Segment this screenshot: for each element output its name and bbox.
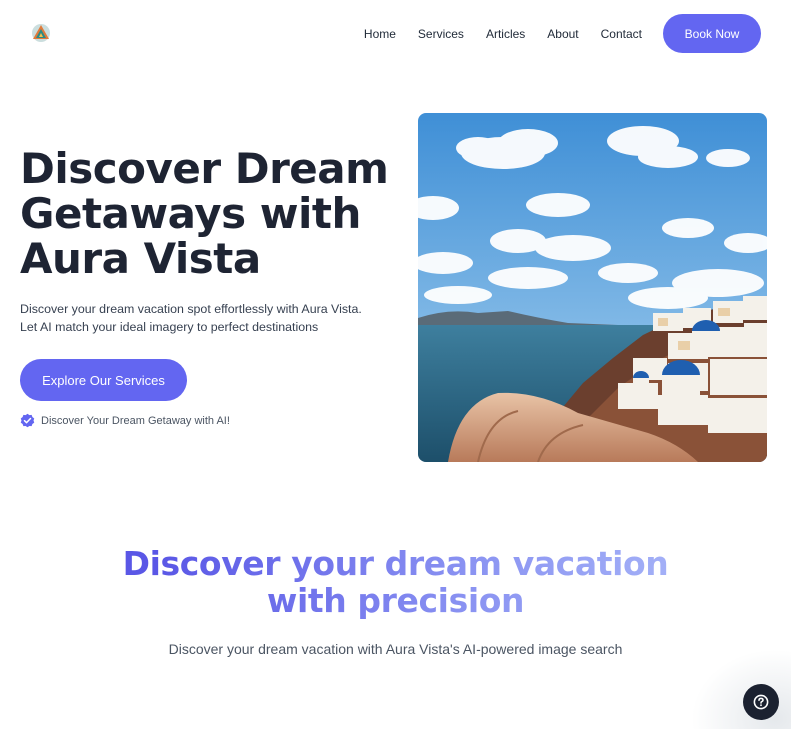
question-mark-icon bbox=[753, 694, 769, 710]
book-now-button[interactable]: Book Now bbox=[663, 14, 761, 53]
features-subtitle: Discover your dream vacation with Aura V… bbox=[168, 641, 623, 657]
main-nav: Home Services Articles About Contact Boo… bbox=[364, 14, 761, 53]
ai-badge: Discover Your Dream Getaway with AI! bbox=[20, 413, 230, 428]
nav-home[interactable]: Home bbox=[364, 27, 396, 41]
nav-services[interactable]: Services bbox=[418, 27, 464, 41]
nav-about[interactable]: About bbox=[547, 27, 578, 41]
explore-services-button[interactable]: Explore Our Services bbox=[20, 359, 187, 401]
hero-destination-image bbox=[418, 113, 767, 462]
hero-title: Discover Dream Getaways with Aura Vista bbox=[20, 144, 389, 283]
features-heading-line1: Discover your dream vacation bbox=[122, 544, 669, 583]
ai-badge-text: Discover Your Dream Getaway with AI! bbox=[41, 414, 230, 427]
nav-contact[interactable]: Contact bbox=[601, 27, 642, 41]
hero-description: Discover your dream vacation spot effort… bbox=[20, 302, 362, 334]
logo-icon bbox=[32, 24, 50, 42]
nav-articles[interactable]: Articles bbox=[486, 27, 525, 41]
features-heading: Discover your dream vacation with precis… bbox=[0, 545, 791, 619]
features-heading-line2: with precision bbox=[266, 581, 525, 620]
verified-check-icon bbox=[20, 413, 35, 428]
help-button[interactable] bbox=[743, 684, 779, 720]
help-glow bbox=[691, 649, 791, 729]
site-logo[interactable] bbox=[30, 22, 52, 44]
